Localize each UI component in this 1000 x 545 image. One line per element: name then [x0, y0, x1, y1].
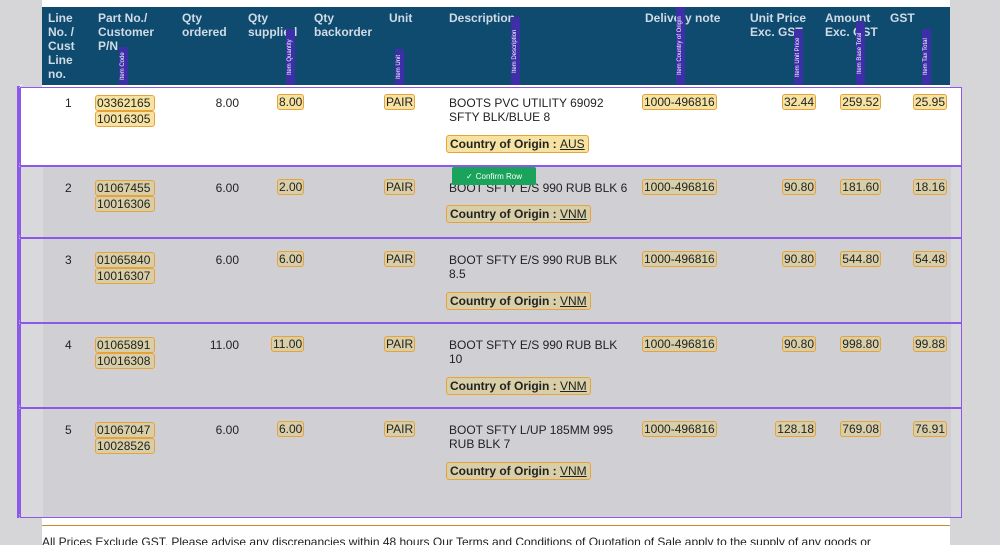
table-row[interactable]: 3 01065840 10016307 6.00 6.00 PAIR BOOT …	[20, 238, 962, 323]
confirm-row-button[interactable]: ✓ Confirm Row	[452, 167, 536, 185]
unit-price[interactable]: 90.80	[751, 336, 816, 352]
description: BOOT SFTY E/S 990 RUB BLK 8.5	[449, 253, 618, 281]
line-no: 2	[65, 181, 72, 195]
gst[interactable]: 54.48	[891, 251, 947, 267]
qty-supplied[interactable]: 8.00	[277, 94, 305, 110]
qty-ordered: 6.00	[215, 253, 239, 267]
description: BOOTS PVC UTILITY 69092 SFTY BLK/BLUE 8	[449, 96, 604, 124]
gst[interactable]: 99.88	[891, 336, 947, 352]
footer-terms: All Prices Exclude GST. Please advise an…	[42, 535, 871, 545]
unit[interactable]: PAIR	[384, 179, 416, 195]
delivery-note[interactable]: 1000-496816	[642, 421, 717, 437]
amount[interactable]: 544.80	[816, 251, 881, 267]
amount[interactable]: 769.08	[816, 421, 881, 437]
qty-supplied[interactable]: 2.00	[277, 179, 305, 195]
description: BOOT SFTY L/UP 185MM 995 RUB BLK 7	[449, 423, 614, 451]
amount[interactable]: 181.60	[816, 179, 881, 195]
table-header: Line No. / Cust Line no. Part No./ Custo…	[42, 7, 950, 85]
country-of-origin[interactable]: Country of Origin : VNM	[446, 292, 591, 310]
unit[interactable]: PAIR	[384, 251, 416, 267]
delivery-note[interactable]: 1000-496816	[642, 251, 717, 267]
part-number[interactable]: 01065891 10016308	[95, 337, 155, 369]
unit-price[interactable]: 90.80	[751, 251, 816, 267]
tag-item-unit[interactable]: Item Unit	[395, 49, 404, 85]
tag-item-country[interactable]: Item Country of Origin	[676, 7, 685, 85]
line-no: 5	[65, 423, 72, 437]
country-of-origin[interactable]: Country of Origin : VNM	[446, 462, 591, 480]
unit[interactable]: PAIR	[384, 336, 416, 352]
qty-ordered: 6.00	[215, 181, 239, 195]
part-number[interactable]: 03362165 10016305	[95, 95, 155, 127]
unit-price[interactable]: 90.80	[751, 179, 816, 195]
tag-item-unit-price[interactable]: Item Unit Price	[794, 29, 803, 85]
check-icon: ✓	[466, 171, 473, 181]
tag-item-tax-total[interactable]: Item Tax Total	[922, 29, 931, 85]
header-part-no: Part No./ Customer P/N	[98, 11, 155, 53]
line-no: 3	[65, 253, 72, 267]
part-number[interactable]: 01067047 10028526	[95, 422, 155, 454]
qty-ordered: 8.00	[215, 96, 239, 110]
qty-supplied[interactable]: 6.00	[277, 421, 305, 437]
amount[interactable]: 259.52	[816, 94, 881, 110]
delivery-note[interactable]: 1000-496816	[642, 179, 717, 195]
unit[interactable]: PAIR	[384, 94, 416, 110]
part-number[interactable]: 01067455 10016306	[95, 180, 155, 212]
gst[interactable]: 25.95	[891, 94, 947, 110]
delivery-note[interactable]: 1000-496816	[642, 336, 717, 352]
header-unit: Unit	[389, 11, 413, 25]
header-unit-price: Unit Price Exc. GST	[750, 11, 807, 39]
table-row[interactable]: 1 03362165 10016305 8.00 8.00 PAIR BOOTS…	[20, 87, 962, 166]
description: BOOT SFTY E/S 990 RUB BLK 10	[449, 338, 618, 366]
qty-ordered: 11.00	[209, 338, 239, 352]
header-qty-ordered: Qty ordered	[182, 11, 227, 39]
line-no: 4	[65, 338, 72, 352]
tag-item-quantity[interactable]: Item Quantity	[286, 29, 295, 85]
country-of-origin[interactable]: Country of Origin : AUS	[446, 135, 589, 153]
header-line-no: Line No. / Cust Line no.	[48, 11, 75, 81]
country-of-origin[interactable]: Country of Origin : VNM	[446, 205, 591, 223]
country-of-origin[interactable]: Country of Origin : VNM	[446, 377, 591, 395]
part-number[interactable]: 01065840 10016307	[95, 252, 155, 284]
qty-ordered: 6.00	[215, 423, 239, 437]
header-delivery-note: Delivery note	[645, 11, 721, 25]
tag-item-description[interactable]: Item Description	[511, 17, 520, 85]
qty-supplied[interactable]: 11.00	[271, 336, 305, 352]
header-description: Description	[449, 11, 516, 25]
unit-price[interactable]: 128.18	[751, 421, 816, 437]
amount[interactable]: 998.80	[816, 336, 881, 352]
delivery-note[interactable]: 1000-496816	[642, 94, 717, 110]
header-qty-backorder: Qty backorder	[314, 11, 373, 39]
table-row[interactable]: 4 01065891 10016308 11.00 11.00 PAIR BOO…	[20, 323, 962, 408]
gst[interactable]: 18.16	[891, 179, 947, 195]
tag-item-base-total[interactable]: Item Base Total	[856, 21, 865, 85]
gst[interactable]: 76.91	[891, 421, 947, 437]
unit[interactable]: PAIR	[384, 421, 416, 437]
footer-divider	[42, 525, 950, 526]
tag-item-code[interactable]: Item Code	[119, 47, 128, 85]
qty-supplied[interactable]: 6.00	[277, 251, 305, 267]
table-row[interactable]: 5 01067047 10028526 6.00 6.00 PAIR BOOT …	[20, 408, 962, 518]
header-gst: GST	[890, 11, 915, 25]
confirm-row-label: Confirm Row	[475, 171, 522, 181]
unit-price[interactable]: 32.44	[751, 94, 816, 110]
line-no: 1	[65, 96, 72, 110]
